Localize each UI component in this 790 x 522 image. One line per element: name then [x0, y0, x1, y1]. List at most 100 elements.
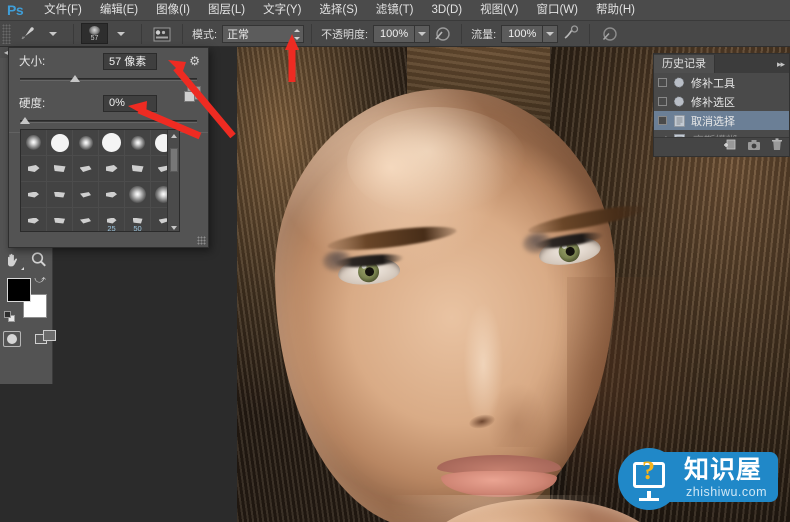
brush-preset-item[interactable] — [47, 208, 73, 231]
brush-preset-item[interactable] — [21, 208, 47, 231]
brush-tip-thumbnail — [53, 165, 66, 172]
brush-preset-item[interactable] — [47, 156, 73, 182]
pressure-size-icon[interactable] — [597, 23, 621, 45]
collapse-panel-icon[interactable]: ▸▸ — [777, 59, 785, 70]
brush-preset-item[interactable] — [73, 208, 99, 231]
zoom-tool[interactable] — [26, 247, 52, 272]
color-swatches[interactable]: ⤻ — [0, 272, 53, 326]
brush-hardness-input[interactable]: 0% — [103, 94, 157, 112]
swap-colors-icon[interactable]: ⤻ — [34, 274, 46, 287]
gear-icon[interactable]: ⚙ — [189, 54, 200, 68]
opacity-input[interactable]: 100% — [373, 24, 416, 43]
brush-preset-item[interactable] — [47, 130, 73, 156]
brush-preset-item[interactable] — [73, 130, 99, 156]
menu-window[interactable]: 窗口(W) — [527, 0, 587, 21]
new-document-from-state-icon[interactable] — [723, 138, 737, 156]
menu-select[interactable]: 选择(S) — [310, 0, 366, 21]
airbrush-icon[interactable] — [558, 23, 582, 45]
brush-preset-item[interactable] — [125, 156, 151, 182]
question-mark-glyph: ? — [642, 456, 655, 485]
history-state-item[interactable]: 修补工具 — [654, 73, 789, 92]
brush-size-thumb[interactable] — [70, 75, 81, 82]
chevron-down-glyph-2 — [117, 31, 125, 36]
menu-layer[interactable]: 图层(L) — [199, 0, 254, 21]
flow-input[interactable]: 100% — [501, 24, 544, 43]
brush-preset-item[interactable] — [47, 182, 73, 208]
blend-mode-select[interactable]: 正常 — [222, 24, 305, 43]
menu-filter[interactable]: 滤镜(T) — [367, 0, 423, 21]
options-separator-5 — [461, 23, 463, 44]
brush-preset-item[interactable] — [99, 182, 125, 208]
opacity-control[interactable]: 100% — [373, 24, 431, 43]
menu-type[interactable]: 文字(Y) — [254, 0, 310, 21]
new-snapshot-icon[interactable] — [747, 138, 761, 156]
brush-preset-item[interactable] — [125, 182, 151, 208]
opacity-label: 不透明度: — [321, 28, 369, 41]
options-separator-2 — [141, 23, 142, 44]
tool-group-corner-icon — [21, 267, 24, 270]
hand-tool[interactable] — [0, 247, 26, 272]
default-colors-icon[interactable] — [4, 311, 15, 322]
brush-list-scrollbar[interactable] — [167, 130, 179, 231]
brush-preset-size-label: 25 — [107, 224, 116, 232]
history-brush-source-checkbox[interactable] — [658, 97, 667, 106]
scrollbar-thumb[interactable] — [170, 148, 178, 172]
brush-tip-thumbnail — [79, 165, 92, 172]
menu-view[interactable]: 视图(V) — [471, 0, 527, 21]
brush-preset-item[interactable]: 50 — [125, 208, 151, 232]
brush-preset-list[interactable]: 25 50 — [20, 129, 180, 232]
quick-mask-icon[interactable] — [3, 331, 21, 347]
chevron-up-icon[interactable] — [168, 130, 179, 141]
delete-state-icon[interactable] — [771, 138, 783, 156]
tab-history[interactable]: 历史记录 — [654, 55, 715, 73]
brush-hardness-slider[interactable] — [20, 116, 197, 128]
flow-control[interactable]: 100% — [501, 24, 559, 43]
brush-hardness-thumb[interactable] — [20, 117, 30, 124]
brush-preset-item[interactable] — [125, 130, 151, 156]
brush-preset-grid[interactable]: 25 50 — [21, 130, 179, 232]
resize-grip-icon[interactable] — [197, 236, 206, 245]
tool-preset-chevron-down-icon[interactable] — [40, 23, 66, 45]
brush-tip-thumbnail — [54, 217, 65, 224]
brush-size-input[interactable]: 57 像素 — [103, 52, 157, 70]
brush-preset-item[interactable] — [21, 182, 47, 208]
pressure-opacity-icon[interactable] — [430, 23, 454, 45]
new-brush-preset-icon[interactable] — [184, 86, 201, 102]
brush-size-label: 大小: — [19, 56, 46, 68]
chevron-down-icon[interactable] — [168, 222, 179, 231]
menu-edit[interactable]: 编辑(E) — [91, 0, 147, 21]
history-brush-source-checkbox[interactable] — [658, 116, 667, 125]
brush-preset-chevron-down-icon[interactable] — [108, 23, 134, 45]
brush-preset-item[interactable]: 25 — [99, 208, 125, 232]
brush-preset-size-label: 50 — [133, 224, 142, 232]
brush-tip-thumbnail — [80, 192, 91, 198]
foreground-color-swatch[interactable] — [7, 278, 31, 302]
screen-mode-icon[interactable] — [34, 330, 56, 348]
history-state-item[interactable]: 修补选区 — [654, 92, 789, 111]
tools-row-navigation — [0, 247, 52, 272]
brush-tip-thumbnail — [130, 135, 145, 150]
brush-preset-item[interactable] — [21, 156, 47, 182]
menu-file[interactable]: 文件(F) — [35, 0, 91, 21]
menu-bar: Ps 文件(F) 编辑(E) 图像(I) 图层(L) 文字(Y) 选择(S) 滤… — [0, 0, 790, 21]
menu-3d[interactable]: 3D(D) — [422, 0, 471, 21]
menu-image[interactable]: 图像(I) — [147, 0, 199, 21]
menu-help[interactable]: 帮助(H) — [587, 0, 644, 21]
brush-preset-picker[interactable]: 57 — [81, 23, 108, 44]
brush-size-slider[interactable] — [20, 74, 197, 86]
brush-preset-item[interactable] — [73, 156, 99, 182]
brush-tool-icon[interactable] — [14, 23, 40, 45]
brush-tip-thumbnail — [102, 133, 121, 152]
watermark-subtitle: zhishiwu.com — [686, 485, 768, 499]
brush-preset-item[interactable] — [99, 156, 125, 182]
brush-preset-item[interactable] — [21, 130, 47, 156]
brush-preset-item[interactable] — [73, 182, 99, 208]
brush-preset-item[interactable] — [99, 130, 125, 156]
flow-chevron-down-icon[interactable] — [543, 24, 559, 43]
brush-panel-toggle-icon[interactable] — [149, 23, 175, 45]
options-bar-grip[interactable] — [2, 23, 11, 44]
brush-hardness-label: 硬度: — [19, 98, 46, 110]
opacity-chevron-down-icon[interactable] — [415, 24, 431, 43]
history-state-item[interactable]: 取消选择 — [654, 111, 789, 130]
history-brush-source-checkbox[interactable] — [658, 78, 667, 87]
